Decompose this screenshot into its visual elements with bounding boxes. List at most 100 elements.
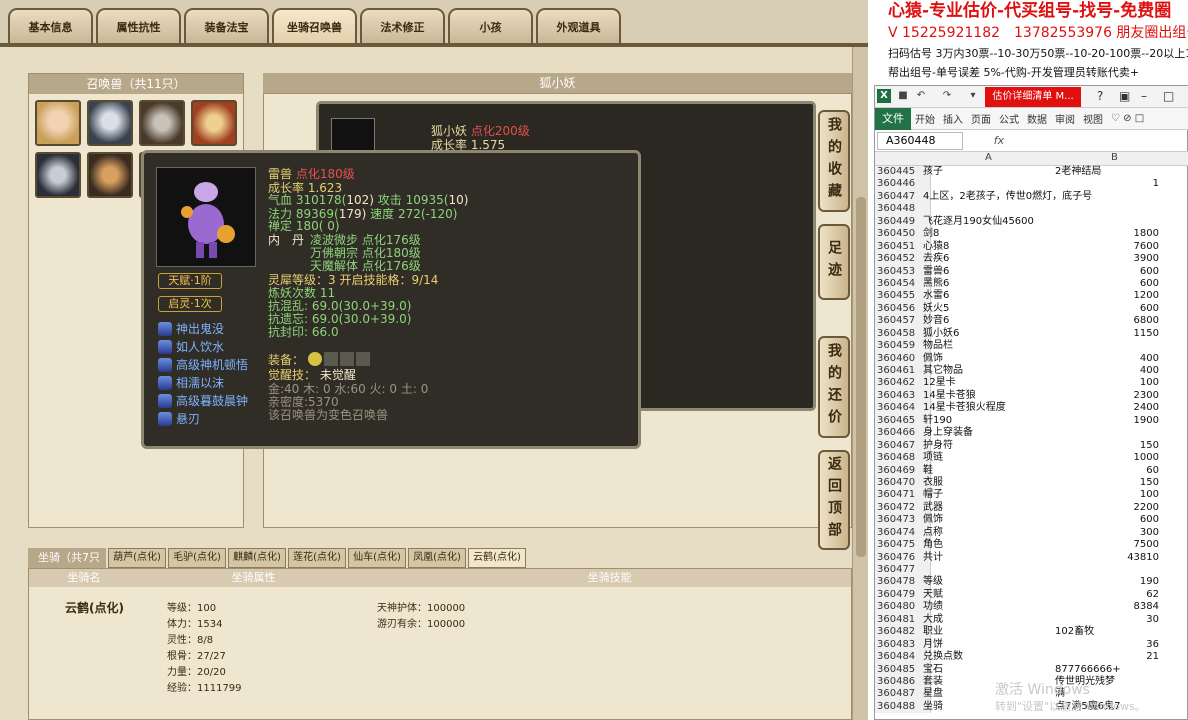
table-row[interactable]: 360451 心猿8 7600 [875,240,1188,254]
cell-b[interactable]: 102畜牧 [1055,626,1094,638]
cell-a[interactable]: 妖火5 [923,303,949,315]
skill-item[interactable]: 悬刃 [158,410,200,427]
cell-a[interactable]: 14星卡苍狼 [923,390,976,402]
cell-b[interactable]: 1000 [1134,452,1159,464]
skill-item[interactable]: 如人饮水 [158,338,224,355]
maximize-icon[interactable]: □ [1163,89,1174,103]
cell-a[interactable]: 武器 [923,502,943,514]
ribbon-tab[interactable]: 插入 [939,111,967,126]
cell-b[interactable]: 3900 [1134,253,1159,265]
cell-b[interactable]: 36 [1146,639,1159,651]
cell-a[interactable]: 4上区，2老孩子，传世0燃灯，底子号 [923,191,1092,203]
cell-b[interactable]: 1200 [1134,290,1159,302]
cell-b[interactable]: 400 [1140,365,1159,377]
table-row[interactable]: 360470 衣服 150 [875,476,1188,490]
undo-icon[interactable]: ↶ [915,90,927,102]
table-row[interactable]: 360447 4上区，2老孩子，传世0燃灯，底子号 [875,190,1188,204]
table-row[interactable]: 360463 14星卡苍狼 2300 [875,389,1188,403]
cell-a[interactable]: 大成 [923,614,943,626]
cell-a[interactable]: 兑换点数 [923,651,963,663]
row-number[interactable]: 360446 [875,178,931,191]
cell-a[interactable]: 雷兽6 [923,266,949,278]
table-row[interactable]: 360450 剑8 1800 [875,228,1188,241]
skill-item[interactable]: 相濡以沫 [158,374,224,391]
cell-b[interactable]: 600 [1140,514,1159,526]
mount-tab[interactable]: 莲花(点化) [288,548,346,568]
tab-equipment[interactable]: 装备法宝 [184,8,269,44]
table-row[interactable]: 360456 妖火5 600 [875,302,1188,316]
minimize-icon[interactable]: – [1141,89,1147,103]
cell-b[interactable]: 600 [1140,266,1159,278]
ribbon-tab[interactable]: 开始 [911,111,939,126]
cell-a[interactable]: 星盘 [923,688,943,700]
cell-b[interactable]: 150 [1140,477,1159,489]
cell-a[interactable]: 宝石 [923,664,943,676]
mount-tab[interactable]: 麒麟(点化) [228,548,286,568]
equip-slot-icon[interactable] [324,352,338,366]
cell-b[interactable]: 190 [1140,576,1159,588]
cell-a[interactable]: 狐小妖6 [923,328,959,340]
cell-a[interactable]: 去疾6 [923,253,949,265]
cell-a[interactable]: 月饼 [923,639,943,651]
my-bargain-button[interactable]: 我的还价 [818,336,850,438]
cell-a[interactable]: 功绩 [923,601,943,613]
table-row[interactable]: 360462 12星卡 100 [875,377,1188,390]
cell-b[interactable]: 100 [1140,489,1159,501]
cell-a[interactable]: 共计 [923,552,943,564]
table-row[interactable]: 360479 天赋 62 [875,588,1188,602]
table-row[interactable]: 360468 项链 1000 [875,452,1188,465]
table-row[interactable]: 360476 共计 43810 [875,551,1188,564]
table-row[interactable]: 360457 妙音6 6800 [875,315,1188,328]
cell-b[interactable]: 1900 [1134,415,1159,427]
table-row[interactable]: 360458 狐小妖6 1150 [875,327,1188,341]
table-row[interactable]: 360475 角色 7500 [875,539,1188,552]
ribbon-tab[interactable]: 公式 [995,111,1023,126]
cell-a[interactable]: 角色 [923,539,943,551]
table-row[interactable]: 360459 物品栏 [875,340,1188,353]
cell-b[interactable]: 43810 [1127,552,1159,564]
table-row[interactable]: 360485 宝石 877766666+ [875,663,1188,676]
cell-a[interactable]: 衣服 [923,477,943,489]
help-icon[interactable]: ♡ ⊘ □ [1107,113,1148,124]
table-row[interactable]: 360474 点称 300 [875,526,1188,540]
cell-b[interactable]: 100 [1140,377,1159,389]
cell-b[interactable]: 400 [1140,353,1159,365]
skill-item[interactable]: 高级神机顿悟 [158,356,248,373]
ribbon-tab[interactable]: 审阅 [1051,111,1079,126]
cell-a[interactable]: 12星卡 [923,377,956,389]
table-row[interactable]: 360477 [875,564,1188,577]
cell-b[interactable]: 600 [1140,303,1159,315]
table-row[interactable]: 360454 黑熊6 600 [875,277,1188,291]
table-row[interactable]: 360483 月饼 36 [875,638,1188,652]
table-row[interactable]: 360446 1 [875,178,1188,191]
ribbon-tab[interactable]: 页面 [967,111,995,126]
scrollbar[interactable] [852,47,868,720]
skill-item[interactable]: 高级暮鼓晨钟 [158,392,248,409]
cell-b[interactable]: 1800 [1134,228,1159,240]
cell-a[interactable]: 其它物品 [923,365,963,377]
cell-b[interactable]: 7600 [1134,241,1159,253]
pet-avatar[interactable] [139,100,185,146]
table-row[interactable]: 360445 孩子 2老神结局 [875,166,1188,179]
equip-icon[interactable] [308,352,322,366]
row-number[interactable]: 360448 [875,203,931,216]
cell-b[interactable]: 2老神结局 [1055,166,1101,178]
table-row[interactable]: 360482 职业 102畜牧 [875,626,1188,639]
cell-a[interactable]: 坐骑 [923,701,943,713]
pet-avatar[interactable] [87,100,133,146]
ribbon-tab[interactable]: 视图 [1079,111,1107,126]
tab-basic-info[interactable]: 基本信息 [8,8,93,44]
table-row[interactable]: 360464 14星卡苍狼火程度 2400 [875,402,1188,415]
cell-b[interactable]: 30 [1146,614,1159,626]
cell-b[interactable]: 2200 [1134,502,1159,514]
cell-a[interactable]: 妙音6 [923,315,949,327]
table-row[interactable]: 360471 帽子 100 [875,489,1188,502]
cell-a[interactable]: 身上穿装备 [923,427,973,439]
table-row[interactable]: 360466 身上穿装备 [875,427,1188,440]
pet-avatar[interactable] [35,100,81,146]
cell-a[interactable]: 套装 [923,676,943,688]
tab-attributes[interactable]: 属性抗性 [96,8,181,44]
cell-a[interactable]: 孩子 [923,166,943,178]
equip-slot-icon[interactable] [356,352,370,366]
cell-b[interactable]: 8384 [1134,601,1159,613]
